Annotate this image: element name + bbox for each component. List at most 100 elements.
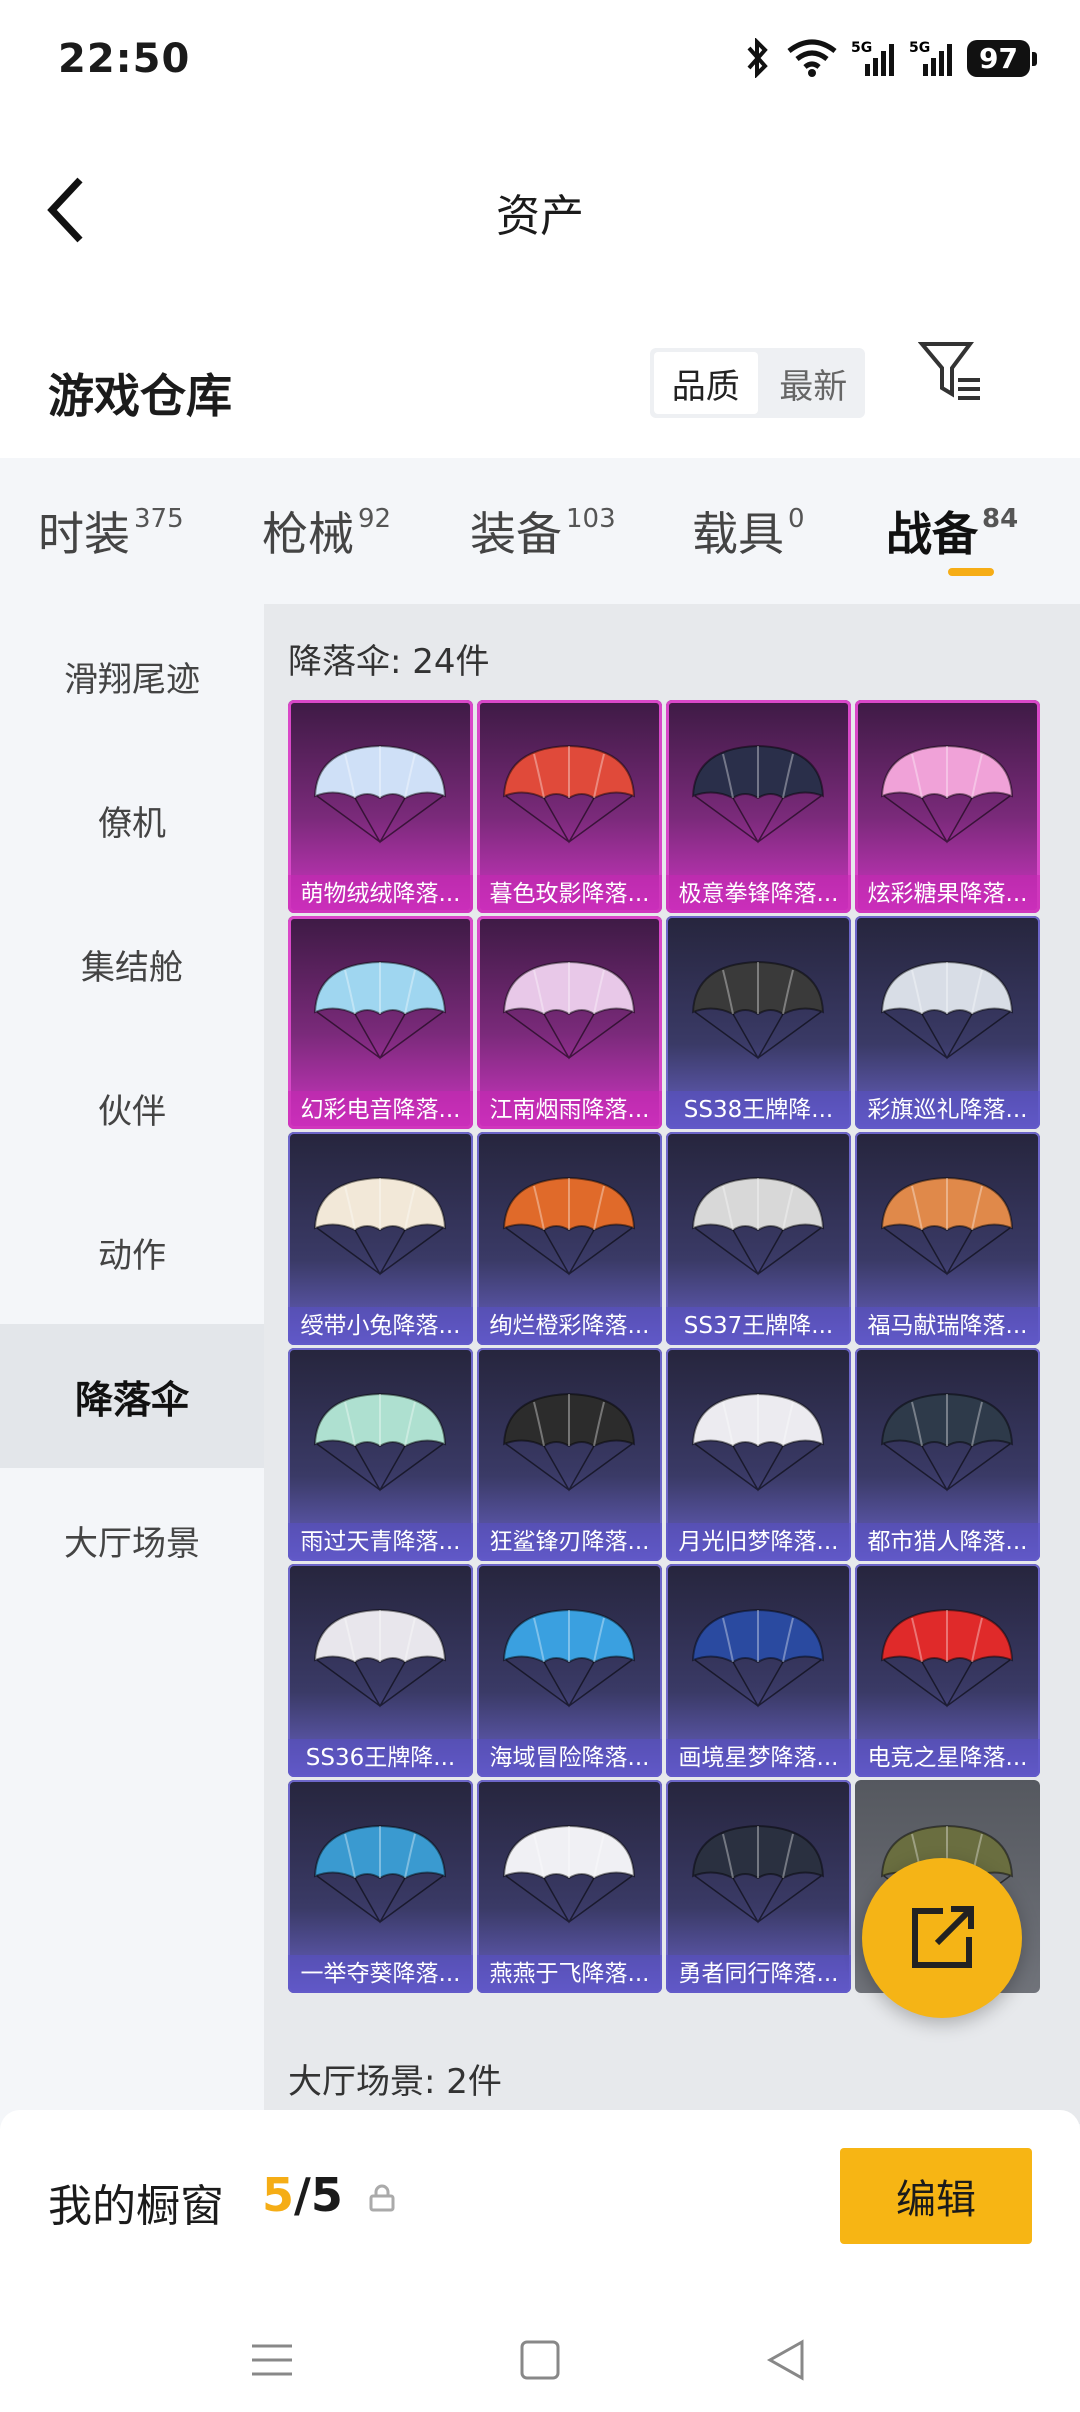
parachute-card[interactable]: 萌物绒绒降落... [288,700,473,913]
parachute-icon [880,1392,1014,1492]
parachute-card[interactable]: 都市猎人降落... [855,1348,1040,1561]
parachute-card-label: 燕燕于飞降落... [477,1955,662,1993]
warehouse-title: 游戏仓库 [48,369,232,423]
sidebar-item-emote[interactable]: 动作 [0,1180,264,1324]
parachute-card-label: 幻彩电音降落... [288,1091,473,1129]
parachute-card[interactable]: SS38王牌降... [666,916,851,1129]
tab-guns[interactable]: 枪械 92 [262,498,391,564]
share-external-icon [912,1906,974,1968]
page-title: 资产 [496,191,584,242]
showcase-count: 5/5 [262,2168,343,2222]
sort-quality-button[interactable]: 品质 [654,352,758,414]
parachute-card[interactable]: 幻彩电音降落... [288,916,473,1129]
parachute-icon [313,1608,447,1708]
svg-text:5G: 5G [851,40,872,56]
parachute-icon [502,1608,636,1708]
parachute-card[interactable]: 画境星梦降落... [666,1564,851,1777]
parachute-card[interactable]: 狂鲨锋刃降落... [477,1348,662,1561]
parachute-card[interactable]: 极意拳锋降落... [666,700,851,913]
svg-text:5G: 5G [909,40,930,56]
tab-equipment[interactable]: 装备 103 [470,498,616,564]
sidebar: 滑翔尾迹 僚机 集结舱 伙伴 动作 降落伞 大厅场景 [0,604,264,2124]
warehouse-header: 游戏仓库 品质 最新 [0,290,1080,458]
tab-fashion[interactable]: 时装 375 [38,498,184,564]
parachute-card-label: 一举夺葵降落... [288,1955,473,1993]
parachute-card-label: 狂鲨锋刃降落... [477,1523,662,1561]
parachute-card-label: 绚烂橙彩降落... [477,1307,662,1345]
parachute-icon [880,1176,1014,1276]
parachute-card-label: 电竞之星降落... [855,1739,1040,1777]
parachute-icon [502,1824,636,1924]
parachute-icon [880,744,1014,844]
active-tab-indicator [948,568,994,576]
parachute-icon [313,744,447,844]
parachute-card[interactable]: 月光旧梦降落... [666,1348,851,1561]
parachute-card-label: SS37王牌降... [666,1307,851,1345]
signal-icon: 5G [851,40,895,76]
parachute-card[interactable]: 炫彩糖果降落... [855,700,1040,913]
sidebar-item-companion[interactable]: 伙伴 [0,1036,264,1180]
tab-vehicles[interactable]: 载具 0 [692,498,805,564]
parachute-card-label: 福马献瑞降落... [855,1307,1040,1345]
square-home-icon[interactable] [512,2332,568,2388]
parachute-card[interactable]: 一举夺葵降落... [288,1780,473,1993]
parachute-card[interactable]: 雨过天青降落... [288,1348,473,1561]
parachute-card-label: 极意拳锋降落... [666,875,851,913]
sidebar-item-parachute[interactable]: 降落伞 [0,1324,264,1468]
parachute-card[interactable]: 电竞之星降落... [855,1564,1040,1777]
parachute-icon [691,1176,825,1276]
parachute-icon [691,1392,825,1492]
menu-icon[interactable] [244,2332,300,2388]
parachute-card-label: 暮色玫影降落... [477,875,662,913]
parachute-card-label: SS36王牌降... [288,1739,473,1777]
parachute-card-label: 勇者同行降落... [666,1955,851,1993]
parachute-icon [502,1176,636,1276]
tab-battle-gear[interactable]: 战备 84 [886,498,1018,564]
filter-icon[interactable] [918,338,984,404]
system-navbar [0,2310,1080,2412]
parachute-card[interactable]: 彩旗巡礼降落... [855,916,1040,1129]
parachute-card[interactable]: 勇者同行降落... [666,1780,851,1993]
share-button[interactable] [862,1858,1022,2018]
triangle-back-icon[interactable] [758,2332,814,2388]
status-bar: 22:50 5G 5G 97 [0,0,1080,120]
parachute-card[interactable]: SS37王牌降... [666,1132,851,1345]
sidebar-item-glide-trail[interactable]: 滑翔尾迹 [0,604,264,748]
parachute-card[interactable]: 绶带小兔降落... [288,1132,473,1345]
parachute-icon [880,1608,1014,1708]
sidebar-item-wingman[interactable]: 僚机 [0,748,264,892]
parachute-icon [691,1608,825,1708]
clock: 22:50 [58,36,191,82]
parachute-card-label: 月光旧梦降落... [666,1523,851,1561]
parachute-card[interactable]: 江南烟雨降落... [477,916,662,1129]
bluetooth-icon [747,38,768,78]
parachute-card-label: 都市猎人降落... [855,1523,1040,1561]
parachute-icon [691,1824,825,1924]
section-title-lobby: 大厅场景: 2件 [288,2062,502,2102]
parachute-icon [502,744,636,844]
parachute-card-label: SS38王牌降... [666,1091,851,1129]
edit-button[interactable]: 编辑 [840,2148,1032,2244]
title-bar: 资产 [0,120,1080,290]
lock-icon [369,2184,395,2212]
sidebar-item-pod[interactable]: 集结舱 [0,892,264,1036]
parachute-icon [502,1392,636,1492]
parachute-card[interactable]: 暮色玫影降落... [477,700,662,913]
parachute-icon [313,1176,447,1276]
parachute-icon [313,1392,447,1492]
sort-newest-button[interactable]: 最新 [762,348,866,418]
parachute-card-label: 绶带小兔降落... [288,1307,473,1345]
parachute-icon [880,960,1014,1060]
category-tabs: 时装 375 枪械 92 装备 103 载具 0 战备 84 [0,458,1080,604]
parachute-card-label: 萌物绒绒降落... [288,875,473,913]
sidebar-item-lobby-scene[interactable]: 大厅场景 [0,1468,264,1612]
parachute-icon [502,960,636,1060]
parachute-card[interactable]: 海域冒险降落... [477,1564,662,1777]
parachute-card-label: 海域冒险降落... [477,1739,662,1777]
parachute-card[interactable]: 福马献瑞降落... [855,1132,1040,1345]
parachute-card[interactable]: 燕燕于飞降落... [477,1780,662,1993]
parachute-card[interactable]: 绚烂橙彩降落... [477,1132,662,1345]
parachute-card[interactable]: SS36王牌降... [288,1564,473,1777]
parachute-icon [691,744,825,844]
status-icons: 5G 5G 97 [743,38,1037,78]
